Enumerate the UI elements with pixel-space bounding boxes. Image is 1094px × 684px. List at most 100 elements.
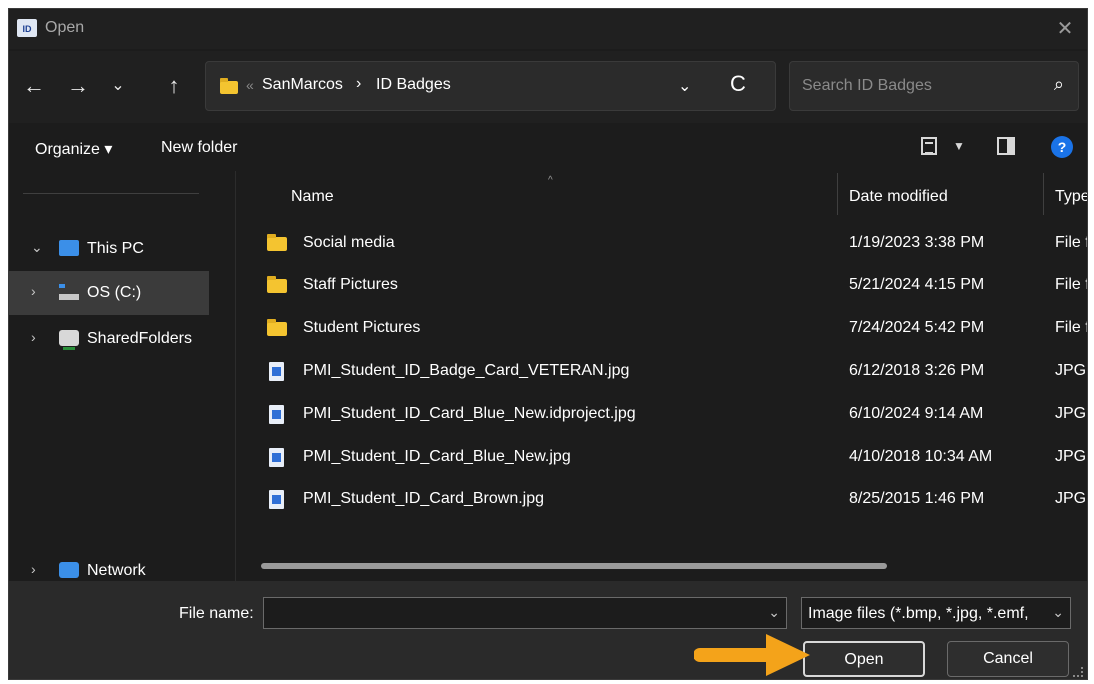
breadcrumb-sanmarcos[interactable]: SanMarcos [262, 76, 343, 94]
title-bar: ID Open ✕ [9, 9, 1087, 49]
file-type: File fo [1055, 319, 1087, 336]
search-icon[interactable]: ⌕ [1054, 74, 1064, 95]
address-dropdown-icon[interactable]: ⌄ [678, 76, 691, 96]
column-header-date-modified[interactable]: Date modified [849, 188, 948, 206]
image-file-icon [269, 405, 284, 424]
file-name: Staff Pictures [303, 276, 398, 293]
file-row[interactable]: Student Pictures 7/24/2024 5:42 PM File … [237, 308, 1087, 350]
window-title: Open [45, 19, 85, 36]
chevron-right-icon[interactable]: › [31, 283, 36, 299]
file-name: Student Pictures [303, 319, 421, 336]
navigation-pane: ⌄ This PC › OS (C:) › SharedFolders › Ne… [9, 171, 235, 581]
file-name-label: File name: [179, 605, 254, 622]
file-row[interactable]: PMI_Student_ID_Card_Blue_New.idproject.j… [237, 394, 1087, 436]
nav-item-label: OS (C:) [87, 284, 142, 301]
file-date: 5/21/2024 4:15 PM [849, 276, 985, 293]
recent-locations-chevron-icon[interactable]: ⌄ [103, 71, 133, 101]
file-list: ^ Name Date modified Type Social media 1… [237, 171, 1087, 581]
close-icon[interactable]: ✕ [1051, 15, 1079, 43]
file-name: PMI_Student_ID_Badge_Card_VETERAN.jpg [303, 362, 630, 379]
file-row[interactable]: PMI_Student_ID_Card_Blue_New.jpg 4/10/20… [237, 437, 1087, 479]
file-date: 4/10/2018 10:34 AM [849, 448, 993, 465]
horizontal-scrollbar[interactable] [261, 563, 1073, 569]
file-type: File fo [1055, 234, 1087, 251]
file-name: Social media [303, 234, 395, 251]
column-header-name[interactable]: Name [291, 188, 334, 206]
folder-icon [267, 319, 287, 336]
image-file-icon [269, 362, 284, 381]
open-button[interactable]: Open [803, 641, 925, 677]
search-box[interactable]: Search ID Badges ⌕ [789, 61, 1079, 111]
column-header-type[interactable]: Type [1055, 188, 1087, 206]
network-icon [59, 562, 79, 578]
file-type: JPG Fil [1055, 362, 1087, 379]
trust-id-icon: ID [17, 19, 37, 37]
up-arrow-icon[interactable]: ↑ [159, 71, 189, 101]
file-row[interactable]: Social media 1/19/2023 3:38 PM File fo [237, 223, 1087, 265]
forward-arrow-icon[interactable]: → [63, 71, 93, 101]
nav-item-shared-folders[interactable]: › SharedFolders [9, 317, 209, 361]
navigation-bar: ← → ⌄ ↑ « SanMarcos › ID Badges ⌄ C Sear… [9, 51, 1087, 123]
monitor-icon [59, 240, 79, 256]
annotation-arrow-icon [694, 634, 810, 676]
resize-grip-icon[interactable] [1073, 667, 1083, 677]
file-name-input[interactable]: ⌄ [263, 597, 787, 629]
file-type: JPG Fil [1055, 490, 1087, 507]
file-date: 1/19/2023 3:38 PM [849, 234, 985, 251]
drive-icon [59, 284, 79, 300]
file-row[interactable]: PMI_Student_ID_Badge_Card_VETERAN.jpg 6/… [237, 351, 1087, 393]
organize-button[interactable]: Organize ▾ [35, 139, 112, 159]
breadcrumb-chevron-icon[interactable]: › [356, 75, 361, 93]
chevron-right-icon[interactable]: › [31, 561, 36, 577]
view-dropdown-icon[interactable]: ▼ [953, 139, 965, 153]
folder-icon [220, 78, 238, 94]
file-date: 8/25/2015 1:46 PM [849, 490, 985, 507]
nav-item-label: SharedFolders [87, 330, 192, 347]
new-folder-button[interactable]: New folder [161, 139, 237, 157]
help-icon[interactable]: ? [1051, 136, 1073, 158]
file-row[interactable]: Staff Pictures 5/21/2024 4:15 PM File fo [237, 265, 1087, 307]
file-type: File fo [1055, 276, 1087, 293]
nav-item-label: This PC [87, 240, 144, 257]
file-row[interactable]: PMI_Student_ID_Card_Brown.jpg 8/25/2015 … [237, 479, 1087, 521]
nav-item-os-c[interactable]: › OS (C:) [9, 271, 209, 315]
pane-splitter[interactable] [235, 171, 236, 581]
file-date: 7/24/2024 5:42 PM [849, 319, 985, 336]
dialog-footer: File name: ⌄ Image files (*.bmp, *.jpg, … [9, 581, 1087, 679]
sort-ascending-icon: ^ [548, 175, 553, 186]
nav-divider [23, 193, 199, 194]
column-divider[interactable] [837, 173, 838, 215]
refresh-icon[interactable]: C [730, 71, 746, 97]
breadcrumb-id-badges[interactable]: ID Badges [376, 76, 451, 94]
folder-icon [267, 234, 287, 251]
file-date: 6/10/2024 9:14 AM [849, 405, 984, 422]
file-date: 6/12/2018 3:26 PM [849, 362, 985, 379]
image-file-icon [269, 448, 284, 467]
file-type: JPG Fil [1055, 405, 1087, 422]
file-name: PMI_Student_ID_Card_Brown.jpg [303, 490, 545, 507]
back-arrow-icon[interactable]: ← [19, 71, 49, 101]
folder-icon [267, 276, 287, 293]
shared-folder-icon [59, 330, 79, 350]
file-type: JPG Fil [1055, 448, 1087, 465]
view-options-icon[interactable] [921, 137, 937, 155]
command-bar: Organize ▾ New folder ▼ ? [9, 125, 1087, 171]
cancel-button[interactable]: Cancel [947, 641, 1069, 677]
chevron-down-icon[interactable]: ⌄ [31, 239, 43, 256]
preview-pane-icon[interactable] [997, 137, 1015, 155]
chevron-down-icon[interactable]: ⌄ [1052, 604, 1064, 621]
scrollbar-thumb[interactable] [261, 563, 887, 569]
search-placeholder: Search ID Badges [802, 77, 932, 94]
chevron-right-icon[interactable]: › [31, 329, 36, 345]
file-type-value: Image files (*.bmp, *.jpg, *.emf, [808, 605, 1029, 622]
file-type-select[interactable]: Image files (*.bmp, *.jpg, *.emf, ⌄ [801, 597, 1071, 629]
nav-item-this-pc[interactable]: ⌄ This PC [9, 227, 209, 271]
nav-item-label: Network [87, 562, 146, 579]
collapsed-path-icon[interactable]: « [246, 77, 254, 93]
file-name: PMI_Student_ID_Card_Blue_New.jpg [303, 448, 571, 465]
chevron-down-icon[interactable]: ⌄ [768, 604, 780, 621]
file-name: PMI_Student_ID_Card_Blue_New.idproject.j… [303, 405, 636, 422]
address-bar[interactable]: « SanMarcos › ID Badges ⌄ C [205, 61, 776, 111]
image-file-icon [269, 490, 284, 509]
column-divider[interactable] [1043, 173, 1044, 215]
